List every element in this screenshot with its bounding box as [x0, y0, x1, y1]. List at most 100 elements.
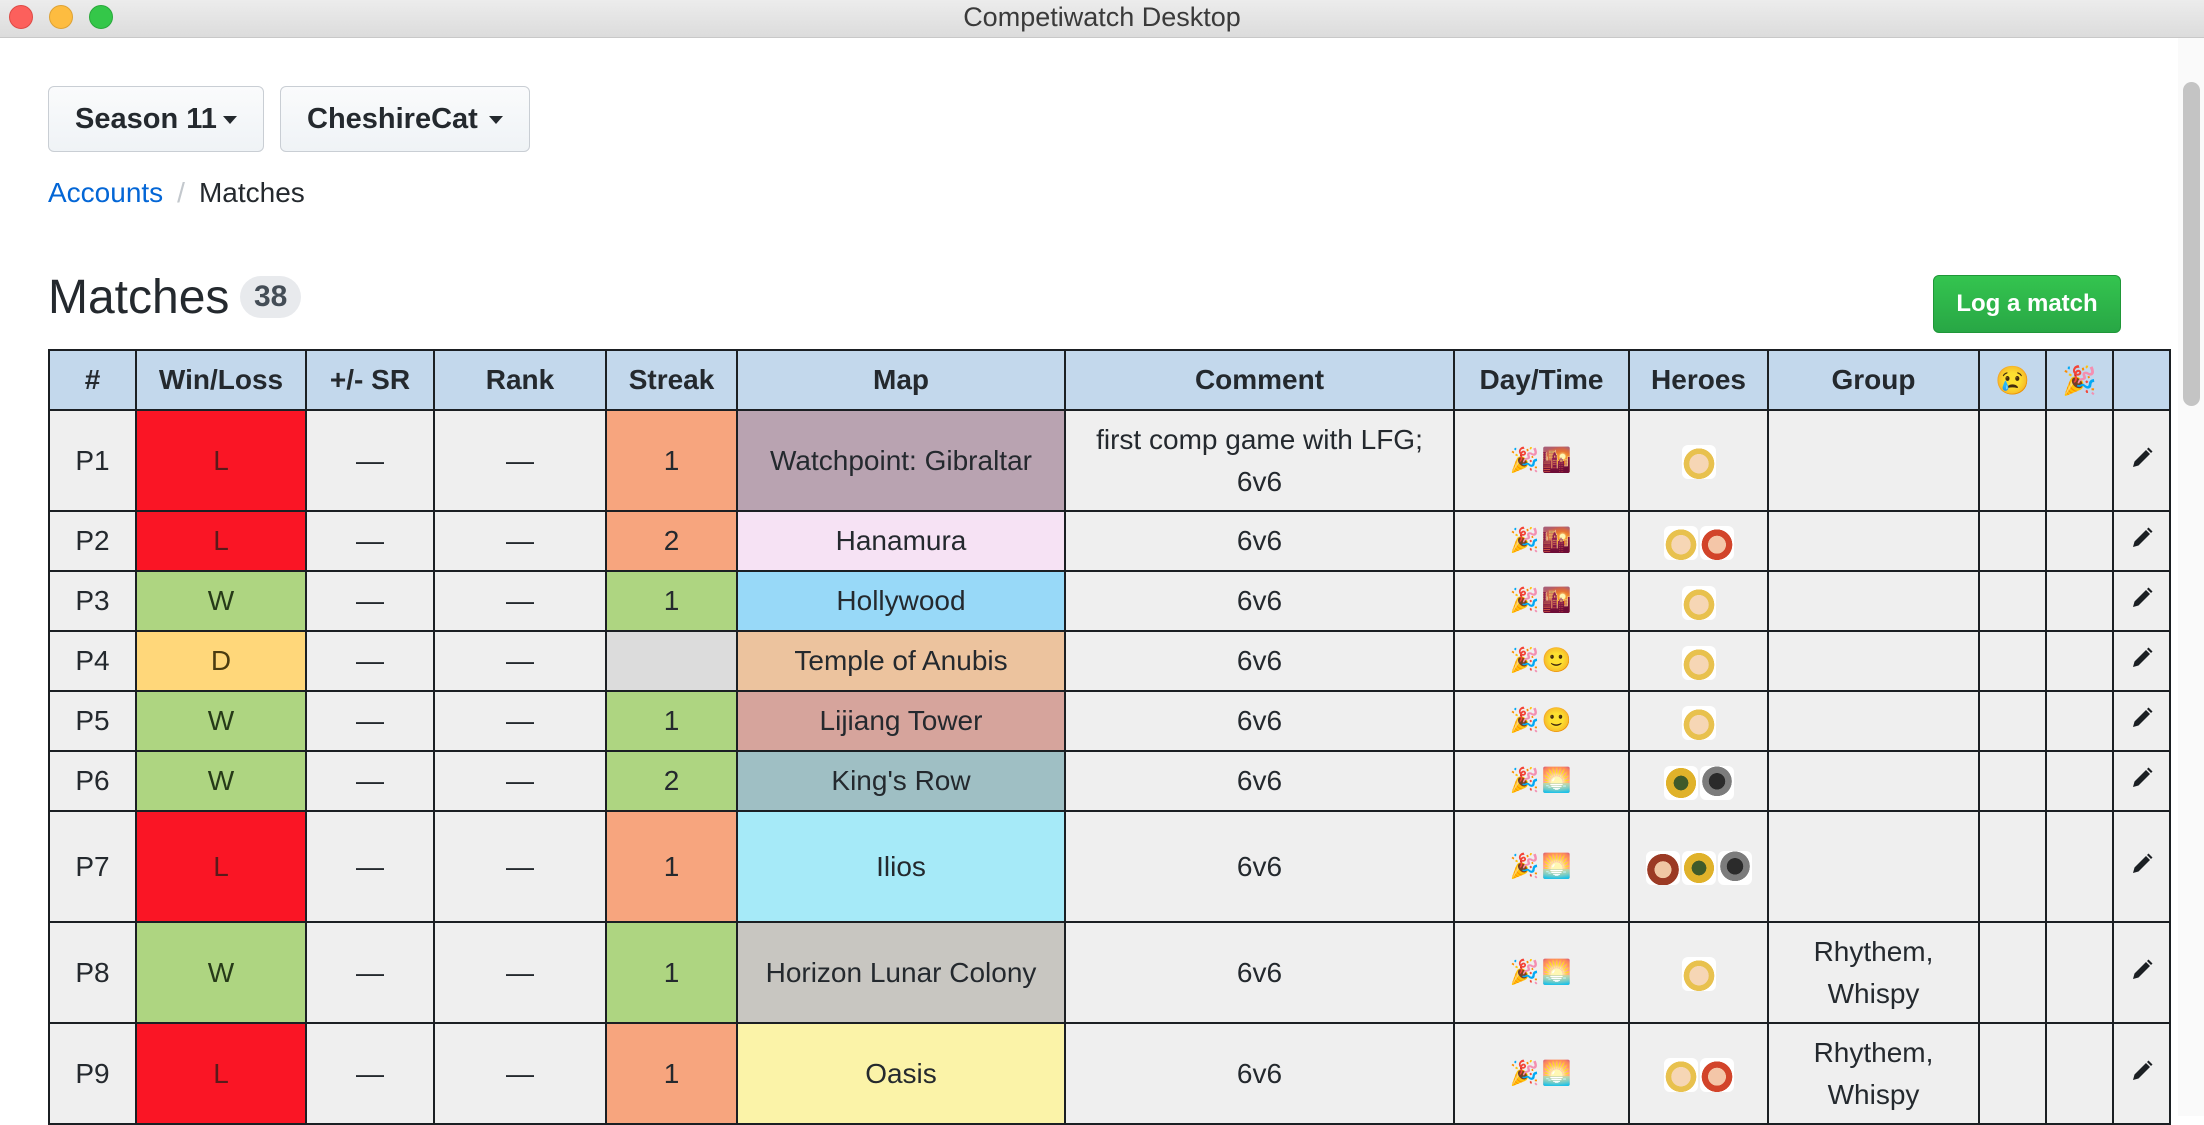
column-header-streak: Streak: [605, 349, 738, 411]
table-row: P1 L — —1 Watchpoint: Gibraltar first comp ga…: [48, 409, 2171, 512]
party-emoji-cell: [2045, 690, 2114, 752]
party-emoji-cell: [2045, 570, 2114, 632]
heroes-cell: [1628, 570, 1769, 632]
result-cell: D: [135, 630, 307, 692]
sr-change-cell: —: [305, 690, 435, 752]
comment-cell: 6v6: [1064, 570, 1455, 632]
map-cell: Oasis: [736, 1022, 1066, 1125]
hero-tracer-icon: [1699, 525, 1734, 560]
rank-cell: —: [433, 570, 607, 632]
group-cell: Rhythem, Whispy: [1767, 1022, 1980, 1125]
map-cell: Temple of Anubis: [736, 630, 1066, 692]
heroes-cell: [1628, 1022, 1769, 1125]
hero-junkrat-icon: [1663, 765, 1698, 800]
match-number: P6: [48, 750, 137, 812]
sr-change-cell: —: [305, 750, 435, 812]
map-cell: Hanamura: [736, 510, 1066, 572]
breadcrumb-current: Matches: [198, 177, 305, 208]
pencil-icon[interactable]: [2130, 1053, 2154, 1080]
heroes-cell: [1628, 510, 1769, 572]
result-cell: W: [135, 921, 307, 1024]
log-match-button[interactable]: Log a match: [1933, 275, 2121, 333]
party-emoji-cell: [2045, 630, 2114, 692]
pencil-icon[interactable]: [2130, 700, 2154, 727]
season-dropdown[interactable]: Season 11: [48, 86, 264, 152]
comment-cell: 6v6: [1064, 1022, 1455, 1125]
edit-cell: [2112, 750, 2171, 812]
table-row: P2 L — —2 Hanamura 6v6 🎉🌇: [48, 510, 2171, 572]
column-header-sad-emoji: 😢: [1978, 349, 2047, 411]
sad-emoji-cell: [1978, 750, 2047, 812]
edit-cell: [2112, 690, 2171, 752]
vertical-scrollbar[interactable]: [2178, 38, 2204, 1116]
hero-tracer-icon: [1699, 1058, 1734, 1093]
pencil-icon[interactable]: [2130, 440, 2154, 467]
group-cell: [1767, 409, 1980, 512]
breadcrumb-accounts-link[interactable]: Accounts: [48, 177, 163, 208]
table-row: P4 D — — Temple of Anubis 6v6 🎉🙂: [48, 630, 2171, 692]
comment-cell: 6v6: [1064, 510, 1455, 572]
day-time-cell: 🎉🌅: [1453, 921, 1630, 1024]
pencil-icon[interactable]: [2130, 846, 2154, 873]
pencil-icon[interactable]: [2130, 520, 2154, 547]
column-header-win-loss: Win/Loss: [135, 349, 307, 411]
map-cell: Watchpoint: Gibraltar: [736, 409, 1066, 512]
table-header-row: # Win/Loss +/- SR Rank Streak Map Commen…: [48, 349, 2171, 411]
day-time-cell: 🎉🌇: [1453, 510, 1630, 572]
sr-change-cell: —: [305, 570, 435, 632]
match-number: P9: [48, 1022, 137, 1125]
sad-emoji-cell: [1978, 409, 2047, 512]
streak-cell: [605, 630, 738, 692]
group-cell: Rhythem, Whispy: [1767, 921, 1980, 1024]
hero-reaper-icon: [1699, 765, 1734, 800]
season-dropdown-label: Season 11: [75, 103, 217, 135]
edit-cell: [2112, 921, 2171, 1024]
sr-change-cell: —: [305, 810, 435, 923]
streak-cell: 1: [605, 409, 738, 512]
sr-change-cell: —: [305, 630, 435, 692]
sad-emoji-cell: [1978, 921, 2047, 1024]
matches-table: # Win/Loss +/- SR Rank Streak Map Commen…: [48, 349, 2171, 1125]
result-cell: L: [135, 409, 307, 512]
match-number: P5: [48, 690, 137, 752]
comment-cell: 6v6: [1064, 921, 1455, 1024]
group-cell: [1767, 630, 1980, 692]
scrollbar-thumb[interactable]: [2183, 82, 2200, 406]
party-emoji-cell: [2045, 409, 2114, 512]
group-cell: [1767, 750, 1980, 812]
group-cell: [1767, 510, 1980, 572]
column-header-map: Map: [736, 349, 1066, 411]
streak-cell: 1: [605, 570, 738, 632]
sad-emoji-cell: [1978, 690, 2047, 752]
match-number: P3: [48, 570, 137, 632]
hero-brigitte-icon: [1645, 851, 1680, 886]
hero-mercy-icon: [1681, 705, 1716, 740]
account-dropdown[interactable]: CheshireCat: [280, 86, 530, 152]
heroes-cell: [1628, 630, 1769, 692]
result-cell: W: [135, 690, 307, 752]
rank-cell: —: [433, 409, 607, 512]
party-emoji-cell: [2045, 750, 2114, 812]
comment-cell: 6v6: [1064, 630, 1455, 692]
rank-cell: —: [433, 750, 607, 812]
pencil-icon[interactable]: [2130, 580, 2154, 607]
heroes-cell: [1628, 690, 1769, 752]
rank-cell: —: [433, 1022, 607, 1125]
hero-mercy-icon: [1663, 1058, 1698, 1093]
table-row: P7 L — —1 Ilios 6v6 🎉🌅: [48, 810, 2171, 923]
day-time-cell: 🎉🌅: [1453, 1022, 1630, 1125]
party-emoji-cell: [2045, 510, 2114, 572]
comment-cell: 6v6: [1064, 690, 1455, 752]
day-time-cell: 🎉🙂: [1453, 630, 1630, 692]
column-header-edit: [2112, 349, 2171, 411]
map-cell: King's Row: [736, 750, 1066, 812]
column-header-day-time: Day/Time: [1453, 349, 1630, 411]
pencil-icon[interactable]: [2130, 640, 2154, 667]
heroes-cell: [1628, 750, 1769, 812]
heroes-cell: [1628, 921, 1769, 1024]
pencil-icon[interactable]: [2130, 760, 2154, 787]
streak-cell: 1: [605, 1022, 738, 1125]
edit-cell: [2112, 1022, 2171, 1125]
edit-cell: [2112, 510, 2171, 572]
pencil-icon[interactable]: [2130, 952, 2154, 979]
